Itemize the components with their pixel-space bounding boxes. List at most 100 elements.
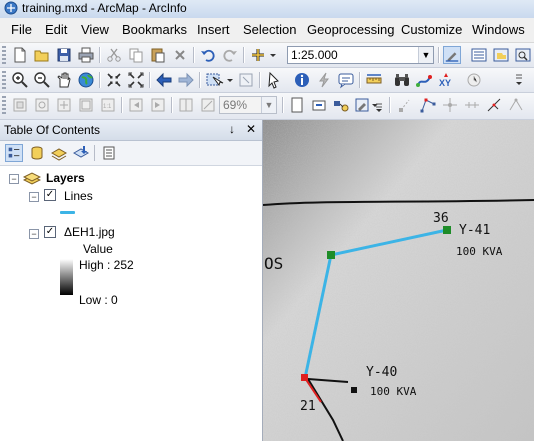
- add-data-icon[interactable]: [249, 46, 277, 64]
- layout-zoom-icon[interactable]: [33, 96, 51, 114]
- zoom-100-percent-icon[interactable]: 1:1: [99, 96, 117, 114]
- menu-edit[interactable]: Edit: [45, 22, 67, 37]
- layer-lines-label[interactable]: Lines: [64, 189, 93, 203]
- transparency-dropdown[interactable]: 69% ▼: [219, 96, 277, 114]
- sketch-properties-icon[interactable]: [507, 96, 525, 114]
- zoom-out-icon[interactable]: [33, 71, 51, 89]
- annotation-y40: Y-40: [366, 365, 397, 380]
- chevron-down-icon[interactable]: ▼: [418, 47, 433, 63]
- grayscale-ramp[interactable]: [60, 259, 73, 295]
- table-of-contents-icon[interactable]: [470, 46, 488, 64]
- menu-customize[interactable]: Customize: [401, 22, 462, 37]
- zoom-whole-page-icon[interactable]: [77, 96, 95, 114]
- annotation-os-fragment: OS: [264, 254, 283, 273]
- new-document-icon[interactable]: [11, 46, 29, 64]
- measure-ruler-icon[interactable]: [365, 71, 383, 89]
- vertex-node-36[interactable]: [443, 226, 451, 234]
- vertex-node-middle[interactable]: [327, 251, 335, 259]
- list-by-selection-icon[interactable]: [72, 144, 90, 162]
- search-window-icon[interactable]: [514, 46, 532, 64]
- cut-icon[interactable]: [105, 46, 123, 64]
- full-extent-globe-icon[interactable]: [77, 71, 95, 89]
- clear-selection-icon[interactable]: [237, 71, 255, 89]
- map-canvas[interactable]: 36 Y-41 100 KVA Y-40 100 KVA 21 OS: [263, 120, 534, 441]
- layer-raster-visibility-checkbox[interactable]: ✓: [44, 226, 56, 238]
- swipe-layer-icon[interactable]: [177, 96, 195, 114]
- toolbar-grip[interactable]: [2, 71, 6, 89]
- layout-page-icon[interactable]: [288, 96, 306, 114]
- model-builder-icon[interactable]: [332, 96, 350, 114]
- go-to-xy-icon[interactable]: XY: [437, 71, 455, 89]
- paste-icon[interactable]: [149, 46, 167, 64]
- layout-pan-icon[interactable]: [55, 96, 73, 114]
- hyperlink-lightning-icon[interactable]: [315, 71, 333, 89]
- copy-icon[interactable]: [127, 46, 145, 64]
- options-icon[interactable]: [100, 144, 118, 162]
- menu-file[interactable]: File: [11, 22, 32, 37]
- edit-vertices-icon[interactable]: [419, 96, 437, 114]
- editor-toolbar-icon[interactable]: [443, 46, 461, 64]
- separator: [171, 97, 173, 113]
- print-icon[interactable]: [77, 46, 95, 64]
- catalog-icon[interactable]: [492, 46, 510, 64]
- toolbar-overflow-icon[interactable]: [374, 96, 384, 114]
- title-bar: training.mxd - ArcMap - ArcInfo: [0, 0, 534, 18]
- list-by-source-icon[interactable]: [28, 144, 46, 162]
- flicker-layer-icon[interactable]: [199, 96, 217, 114]
- list-by-visibility-icon[interactable]: [50, 144, 68, 162]
- layer-lines-visibility-checkbox[interactable]: ✓: [44, 189, 56, 201]
- map-display[interactable]: 36 Y-41 100 KVA Y-40 100 KVA 21 OS: [263, 120, 534, 441]
- redo-icon[interactable]: [221, 46, 239, 64]
- split-tool-icon[interactable]: [463, 96, 481, 114]
- find-route-icon[interactable]: [415, 71, 433, 89]
- menu-bookmarks[interactable]: Bookmarks: [122, 22, 187, 37]
- go-back-extent-icon[interactable]: [155, 71, 173, 89]
- layer-raster-expander[interactable]: −: [29, 229, 39, 239]
- time-slider-icon[interactable]: [465, 71, 483, 89]
- toolbar-overflow-icon[interactable]: [514, 71, 524, 89]
- layer-raster-label[interactable]: ΔEH1.jpg: [64, 225, 115, 239]
- layout-back-extent-icon[interactable]: [127, 96, 145, 114]
- select-features-icon[interactable]: [205, 71, 233, 89]
- layers-group-label[interactable]: Layers: [46, 171, 85, 185]
- zoom-in-icon[interactable]: [11, 71, 29, 89]
- toolbar-grip[interactable]: [2, 96, 6, 114]
- rotate-tool-icon[interactable]: [485, 96, 503, 114]
- layout-tool-icon[interactable]: [11, 96, 29, 114]
- select-elements-pointer-icon[interactable]: [265, 71, 283, 89]
- html-popup-icon[interactable]: [337, 71, 355, 89]
- layers-group-expander[interactable]: −: [9, 174, 19, 184]
- separator: [359, 72, 361, 88]
- go-forward-extent-icon[interactable]: [177, 71, 195, 89]
- chevron-down-icon[interactable]: ▼: [261, 97, 276, 113]
- close-icon[interactable]: ✕: [246, 122, 256, 136]
- layer-lines-expander[interactable]: −: [29, 192, 39, 202]
- undo-icon[interactable]: [199, 46, 217, 64]
- delete-icon[interactable]: [171, 46, 189, 64]
- list-by-drawing-order-icon[interactable]: [5, 144, 23, 162]
- toolbar-grip[interactable]: [2, 46, 6, 64]
- identify-icon[interactable]: [293, 71, 311, 89]
- menu-view[interactable]: View: [81, 22, 109, 37]
- menu-geoprocessing[interactable]: Geoprocessing: [307, 22, 394, 37]
- drawing-toolbar-icon[interactable]: [310, 96, 328, 114]
- separator: [438, 47, 440, 63]
- standard-toolbar: 1:25.000 ▼: [0, 43, 534, 68]
- fixed-zoom-in-icon[interactable]: [105, 71, 123, 89]
- open-folder-icon[interactable]: [33, 46, 51, 64]
- menu-insert[interactable]: Insert: [197, 22, 230, 37]
- lines-symbol-swatch[interactable]: [60, 211, 75, 214]
- pan-hand-icon[interactable]: [55, 71, 73, 89]
- menu-selection[interactable]: Selection: [243, 22, 296, 37]
- annotation-y40-capacity: 100 KVA: [370, 385, 417, 398]
- find-binoculars-icon[interactable]: [393, 71, 411, 89]
- fixed-zoom-out-icon[interactable]: [127, 71, 145, 89]
- pin-icon[interactable]: ↓: [229, 122, 235, 136]
- edit-tool-icon[interactable]: [397, 96, 415, 114]
- reshape-feature-icon[interactable]: [441, 96, 459, 114]
- map-scale-dropdown[interactable]: 1:25.000 ▼: [287, 46, 434, 64]
- vertex-node-21[interactable]: [301, 374, 308, 381]
- layout-forward-extent-icon[interactable]: [149, 96, 167, 114]
- save-icon[interactable]: [55, 46, 73, 64]
- menu-windows[interactable]: Windows: [472, 22, 525, 37]
